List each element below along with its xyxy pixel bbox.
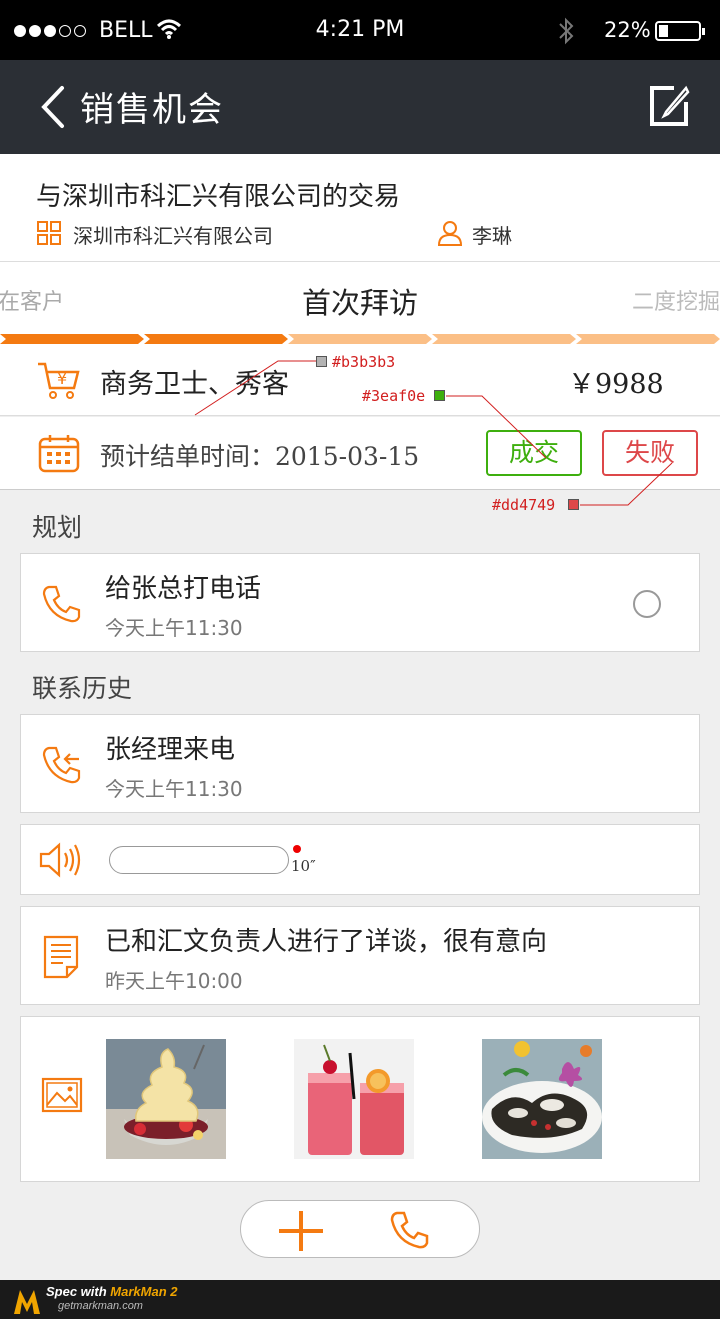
note-icon (43, 935, 79, 979)
stage-segment (0, 334, 144, 344)
stage-segment (288, 334, 432, 344)
edit-icon[interactable] (648, 84, 692, 128)
call-icon[interactable] (389, 1210, 429, 1250)
annotation-swatch-green (434, 390, 445, 401)
task-time: 今天上午11:30 (105, 616, 243, 640)
audio-duration: 10″ (291, 857, 316, 875)
chevron-left-icon[interactable] (38, 84, 68, 130)
mark-lost-button[interactable]: 失败 (602, 430, 698, 476)
stage-segment (432, 334, 576, 344)
red-drinks-photo[interactable] (294, 1039, 414, 1159)
ice-cream-photo[interactable] (106, 1039, 226, 1159)
incoming-call-icon (42, 746, 81, 784)
deal-title: 与深圳市科汇兴有限公司的交易 (36, 182, 401, 212)
call-time: 今天上午11:30 (105, 777, 243, 801)
stage-next[interactable]: 二度挖掘 (632, 284, 720, 316)
annotation-green: #3eaf0e (362, 387, 426, 405)
annotation-red: #dd4749 (492, 496, 556, 514)
footer-title: Spec with MarkMan 2 (46, 1284, 178, 1299)
photos-card[interactable] (20, 1016, 700, 1182)
note-title: 已和汇文负责人进行了详谈，很有意向 (105, 927, 548, 957)
task-complete-radio[interactable] (633, 590, 661, 618)
annotation-swatch-gray (316, 356, 327, 367)
bluetooth-icon (559, 17, 574, 45)
speaker-icon (39, 842, 81, 878)
annotation-swatch-red (568, 499, 579, 510)
company-name[interactable]: 深圳市科汇兴有限公司 (73, 220, 273, 249)
call-title: 张经理来电 (105, 735, 236, 765)
product-name: 商务卫士、秀客 (100, 369, 289, 400)
stage-segment (144, 334, 288, 344)
voice-message-card[interactable]: 10″ (20, 824, 700, 895)
cart-icon: ¥ (38, 362, 80, 399)
person-icon (437, 221, 463, 246)
plan-task-card[interactable]: 给张总打电话 今天上午11:30 (20, 553, 700, 652)
company-icon (37, 221, 61, 245)
page-title: 销售机会 (80, 90, 224, 130)
markman-logo (14, 1290, 40, 1314)
mushroom-dish-photo[interactable] (482, 1039, 602, 1159)
stage-progress-bar (0, 334, 720, 344)
stage-segment (576, 334, 720, 344)
task-title: 给张总打电话 (105, 574, 262, 604)
mark-won-button[interactable]: 成交 (486, 430, 582, 476)
note-time: 昨天上午10:00 (105, 969, 243, 993)
image-icon (41, 1077, 83, 1113)
note-card[interactable]: 已和汇文负责人进行了详谈，很有意向 昨天上午10:00 (20, 906, 700, 1005)
audio-playback-bar[interactable] (109, 846, 289, 874)
unread-dot (293, 845, 301, 853)
phone-icon (42, 585, 81, 623)
quick-action-bar (240, 1200, 480, 1258)
sales-stage-selector[interactable]: 在客户 首次拜访 二度挖掘 (0, 262, 720, 344)
annotation-gray: #b3b3b3 (332, 353, 396, 371)
product-price: ￥9988 (568, 369, 664, 400)
contact-name[interactable]: 李琳 (472, 220, 512, 249)
close-date-row: 预计结单时间：2015-03-15 成交 失败 (0, 417, 720, 490)
history-section-title: 联系历史 (32, 674, 133, 703)
battery-icon (655, 21, 705, 41)
expected-close-date: 预计结单时间：2015-03-15 (100, 442, 420, 471)
nav-bar: 销售机会 (0, 60, 720, 154)
svg-text:¥: ¥ (57, 369, 67, 388)
battery-percent: 22% (604, 18, 651, 42)
incoming-call-card[interactable]: 张经理来电 今天上午11:30 (20, 714, 700, 813)
deal-header: 与深圳市科汇兴有限公司的交易 深圳市科汇兴有限公司 李琳 (0, 154, 720, 262)
stage-current: 首次拜访 (301, 286, 418, 320)
calendar-icon (38, 435, 80, 473)
plan-section-title: 规划 (32, 513, 83, 542)
footer-url: getmarkman.com (58, 1300, 143, 1312)
add-icon[interactable] (279, 1209, 323, 1253)
status-bar: BELL 4:21 PM 22% (0, 0, 720, 60)
markman-footer: Spec with MarkMan 2 getmarkman.com (0, 1280, 720, 1319)
